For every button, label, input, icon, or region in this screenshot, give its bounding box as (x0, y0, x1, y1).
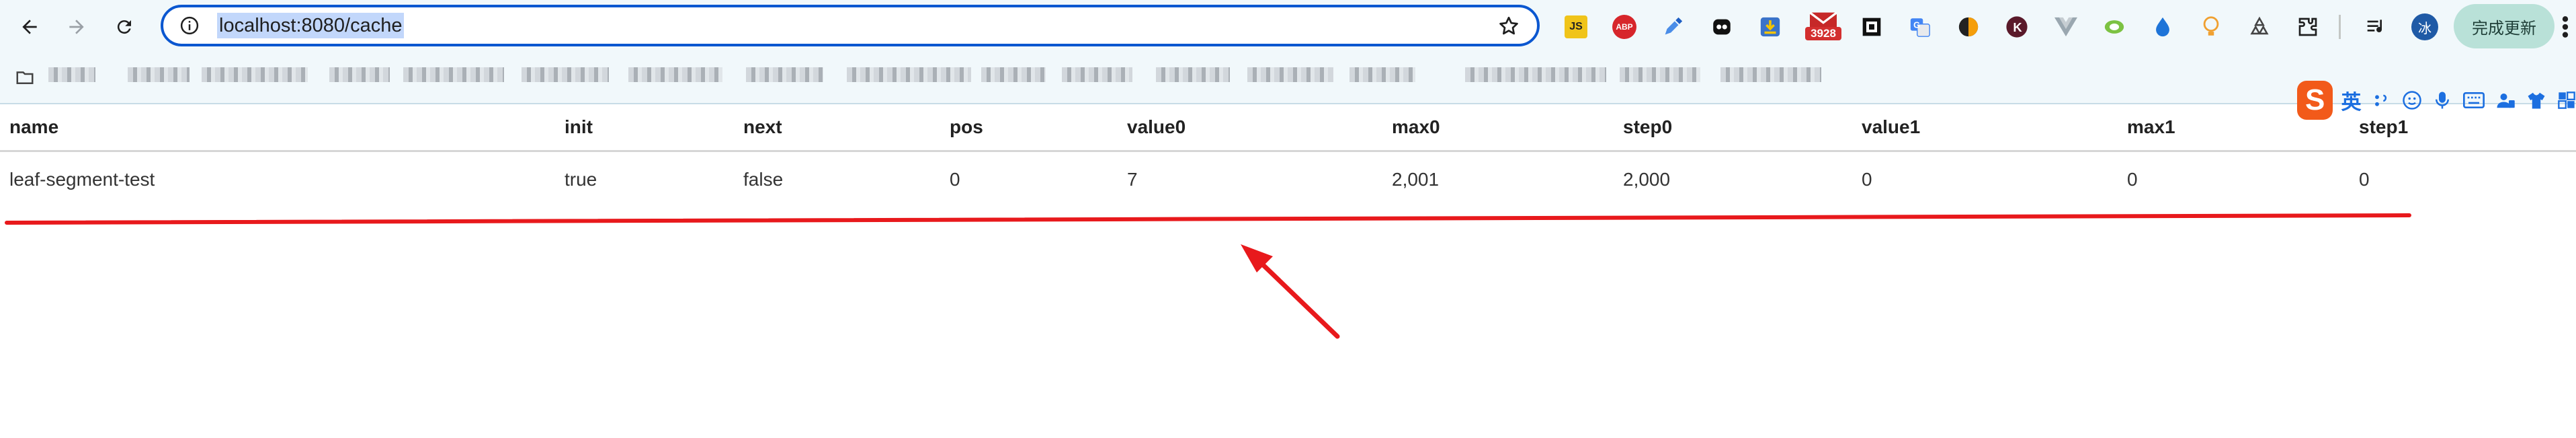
bookmark-item-redacted[interactable] (329, 67, 390, 82)
table-cell: 2,000 (1623, 169, 1671, 190)
eyedropper-icon[interactable] (1659, 13, 1686, 40)
column-header: step0 (1614, 104, 1852, 152)
column-header: max0 (1382, 104, 1614, 152)
mail-counter-icon[interactable]: 3928 (1805, 12, 1841, 40)
column-header: next (734, 104, 940, 152)
table-cell: false (743, 169, 784, 190)
bookmark-item-redacted[interactable] (746, 67, 823, 82)
recycle-icon[interactable] (2246, 13, 2273, 40)
vue-icon[interactable] (2052, 13, 2079, 40)
bookmark-item-redacted[interactable] (1620, 67, 1700, 82)
qr-icon[interactable] (1858, 13, 1885, 40)
puzzle-icon[interactable] (2294, 13, 2321, 40)
folder-icon[interactable] (15, 67, 38, 90)
bookmark-item-redacted[interactable] (1062, 67, 1132, 82)
bookmark-item-redacted[interactable] (128, 67, 190, 82)
table-cell: true (565, 169, 597, 190)
table-cell: leaf-segment-test (9, 169, 155, 190)
adblock-icon[interactable]: ABP (1611, 13, 1638, 40)
profile-avatar[interactable]: 冰 (2411, 13, 2438, 40)
bookmarks-bar (0, 54, 2576, 104)
back-button[interactable] (15, 12, 44, 42)
bookmark-item-redacted[interactable] (522, 67, 609, 82)
annotation-underline (5, 213, 2411, 225)
bookmark-item-redacted[interactable] (1247, 67, 1333, 82)
table-cell: 0 (1862, 169, 1872, 190)
more-menu-icon[interactable] (2559, 13, 2572, 40)
table-cell: 0 (950, 169, 960, 190)
bookmark-star-icon[interactable] (1497, 14, 1521, 38)
bookmark-item-redacted[interactable] (1156, 67, 1230, 82)
table-cell: 2,001 (1392, 169, 1440, 190)
column-header: init (555, 104, 734, 152)
translate-icon[interactable]: G (1907, 13, 1934, 40)
drop-icon[interactable] (2149, 13, 2176, 40)
table-cell: 0 (2127, 169, 2138, 190)
media-queue-icon[interactable] (2363, 13, 2390, 40)
js-extension-icon[interactable]: JS (1563, 13, 1589, 40)
forward-button[interactable] (62, 12, 91, 42)
table-cell: 7 (1127, 169, 1138, 190)
annotation-arrow-shaft (1249, 251, 1340, 339)
browser-toolbar: localhost:8080/cache JS ABP 3928 G K 冰 完… (0, 0, 2576, 54)
toolbar-separator (2339, 15, 2341, 39)
site-info-icon[interactable] (178, 14, 201, 37)
forward-arrow-icon (69, 20, 84, 34)
page-content: name init next pos value0 max0 step0 val… (0, 104, 2576, 438)
table-row: leaf-segment-test true false 0 7 2,001 2… (0, 151, 2576, 208)
bookmark-item-redacted[interactable] (1349, 67, 1415, 82)
address-bar[interactable]: localhost:8080/cache (161, 5, 1540, 46)
column-header: value1 (1852, 104, 2118, 152)
bookmark-item-redacted[interactable] (981, 67, 1046, 82)
theme-icon[interactable] (1955, 13, 1982, 40)
svg-text:K: K (2013, 20, 2022, 34)
reload-icon (117, 20, 131, 34)
ghost-icon[interactable] (1708, 13, 1735, 40)
table-header-row: name init next pos value0 max0 step0 val… (0, 104, 2576, 152)
table-cell: 0 (2359, 169, 2370, 190)
column-header: name (0, 104, 555, 152)
bookmark-item-redacted[interactable] (202, 67, 308, 82)
update-button[interactable]: 完成更新 (2454, 4, 2554, 48)
column-header: step1 (2350, 104, 2576, 152)
bookmark-item-redacted[interactable] (1720, 67, 1821, 82)
column-header: pos (940, 104, 1118, 152)
bookmark-item-redacted[interactable] (48, 67, 95, 82)
back-arrow-icon (22, 20, 37, 34)
colorzilla-icon[interactable] (2101, 13, 2128, 40)
url-text[interactable]: localhost:8080/cache (217, 13, 405, 38)
bulb-icon[interactable] (2198, 13, 2225, 40)
k-icon[interactable]: K (2003, 13, 2030, 40)
column-header: value0 (1118, 104, 1382, 152)
annotation-arrow-head (1241, 244, 1273, 272)
bookmark-item-redacted[interactable] (1465, 67, 1606, 82)
column-header: max1 (2118, 104, 2350, 152)
bookmark-item-redacted[interactable] (628, 67, 722, 82)
reload-button[interactable] (110, 12, 139, 42)
bookmark-item-redacted[interactable] (403, 67, 504, 82)
cache-table: name init next pos value0 max0 step0 val… (0, 104, 2576, 207)
download-icon[interactable] (1757, 13, 1784, 40)
bookmark-item-redacted[interactable] (847, 67, 971, 82)
svg-text:G: G (1913, 20, 1920, 30)
